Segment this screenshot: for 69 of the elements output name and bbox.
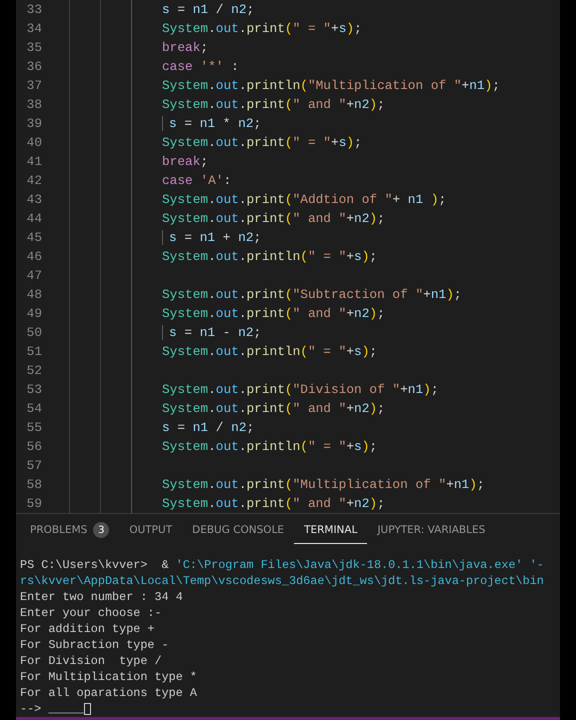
panel-tab[interactable]: OUTPUT bbox=[119, 522, 182, 544]
code-editor[interactable] bbox=[16, 0, 560, 513]
code-line: case '*' : bbox=[162, 59, 239, 74]
line-number: 53 bbox=[26, 382, 42, 397]
code-line: System.out.println("Multiplication of "+n1); bbox=[162, 78, 500, 93]
panel-tab[interactable]: DEBUG CONSOLE bbox=[182, 522, 294, 544]
code-line: s = n1 / n2; bbox=[162, 420, 254, 435]
panel-tab[interactable]: JUPYTER: VARIABLES bbox=[367, 522, 496, 544]
terminal-cursor bbox=[84, 703, 91, 715]
line-number: 50 bbox=[26, 325, 42, 340]
terminal-line: For all oparations type A bbox=[20, 685, 198, 701]
code-line: System.out.print(" = "+s); bbox=[162, 135, 362, 150]
code-line: System.out.print("Multiplication of "+n1); bbox=[162, 477, 485, 492]
code-line: System.out.println(" = "+s); bbox=[162, 344, 378, 359]
code-line: System.out.println(" = "+s); bbox=[162, 249, 378, 264]
line-number: 48 bbox=[26, 287, 42, 302]
line-number: 43 bbox=[26, 192, 42, 207]
code-line: break; bbox=[162, 154, 208, 169]
line-number: 55 bbox=[26, 420, 42, 435]
code-line: System.out.print(" and "+n2); bbox=[162, 496, 385, 511]
code-line: s = n1 - n2; bbox=[169, 325, 262, 340]
line-number: 35 bbox=[26, 40, 42, 55]
terminal-line: For Multiplication type * bbox=[20, 669, 198, 685]
line-number: 38 bbox=[26, 97, 42, 112]
line-number: 52 bbox=[26, 363, 42, 378]
line-number: 36 bbox=[26, 59, 42, 74]
line-number: 47 bbox=[26, 268, 42, 283]
code-line: System.out.print("Addtion of "+ n1 ); bbox=[162, 192, 446, 207]
code-line: System.out.println(" = "+s); bbox=[162, 439, 378, 454]
line-number: 34 bbox=[26, 21, 42, 36]
terminal-line: PS C:\Users\kvver> & 'C:\Program Files\Java\jdk-18.0.1.1\bin\java.exe' '- bbox=[20, 557, 545, 573]
line-number: 57 bbox=[26, 458, 42, 473]
terminal-line: Enter your choose :- bbox=[20, 605, 163, 621]
line-number: 44 bbox=[26, 211, 42, 226]
line-number: 40 bbox=[26, 135, 42, 150]
line-number: 33 bbox=[26, 2, 42, 17]
code-line: System.out.print(" and "+n2); bbox=[162, 401, 385, 416]
terminal-prompt: --> _____ bbox=[20, 701, 84, 717]
code-line: s = n1 * n2; bbox=[169, 116, 262, 131]
line-number: 56 bbox=[26, 439, 42, 454]
line-number: 45 bbox=[26, 230, 42, 245]
line-number: 39 bbox=[26, 116, 42, 131]
code-line: break; bbox=[162, 40, 208, 55]
line-number: 58 bbox=[26, 477, 42, 492]
code-line: case 'A': bbox=[162, 173, 232, 188]
line-number: 42 bbox=[26, 173, 42, 188]
line-number: 51 bbox=[26, 344, 42, 359]
line-number: 49 bbox=[26, 306, 42, 321]
line-number: 54 bbox=[26, 401, 42, 416]
code-line: System.out.print(" and "+n2); bbox=[162, 306, 385, 321]
line-number: 46 bbox=[26, 249, 42, 264]
code-line: s = n1 / n2; bbox=[162, 2, 254, 17]
panel-tab[interactable]: TERMINAL bbox=[294, 522, 368, 544]
code-line: System.out.print("Subtraction of "+n1); bbox=[162, 287, 462, 302]
terminal-line: For Division type / bbox=[20, 653, 163, 669]
terminal-line: rs\kvver\AppData\Local\Temp\vscodesws_3d6ae\jdt_ws\jdt.ls-java-project\bin bbox=[20, 573, 545, 589]
terminal-line: Enter two number : 34 4 bbox=[20, 589, 184, 605]
code-line: System.out.print("Division of "+n1); bbox=[162, 382, 439, 397]
line-number: 59 bbox=[26, 496, 42, 511]
code-line: System.out.print(" and "+n2); bbox=[162, 97, 385, 112]
code-line: System.out.print(" and "+n2); bbox=[162, 211, 385, 226]
code-line: s = n1 + n2; bbox=[169, 230, 262, 245]
line-number: 41 bbox=[26, 154, 42, 169]
terminal-line: For addition type + bbox=[20, 621, 156, 637]
count-badge: 3 bbox=[93, 522, 110, 538]
panel-tab[interactable]: PROBLEMS 3 bbox=[20, 522, 120, 544]
line-number: 37 bbox=[26, 78, 42, 93]
code-line: System.out.print(" = "+s); bbox=[162, 21, 362, 36]
terminal-line: For Subraction type - bbox=[20, 637, 170, 653]
